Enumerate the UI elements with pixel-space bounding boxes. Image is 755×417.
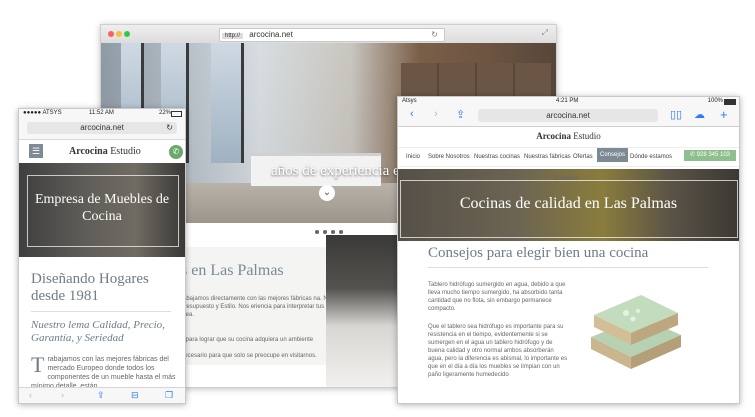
tablet-url-text: arcocina.net	[546, 111, 590, 120]
url-text: arcocina.net	[249, 30, 293, 39]
zoom-dot-icon[interactable]	[124, 31, 130, 37]
brand-light: Estudio	[110, 146, 141, 157]
forward-icon[interactable]: ›	[434, 108, 438, 120]
carrier-text: ●●●●● ATSYS	[23, 110, 62, 116]
tabs-icon[interactable]: ❐	[165, 390, 173, 401]
menu-item-nuestras-cocinas[interactable]: Nuestras cocinas	[474, 154, 520, 160]
phone-url-text: arcocina.net	[80, 123, 124, 132]
phone-number: 928 345 103	[696, 152, 731, 158]
waterproof-board-image	[591, 295, 681, 369]
tablet-paragraph-1: Tablero hidrófugo sumergido en agua, deb…	[428, 282, 566, 312]
menu-item-donde-estamos[interactable]: Dónde estamos	[630, 154, 672, 160]
tablet-address-field[interactable]: arcocina.net	[478, 109, 658, 122]
close-dot-icon[interactable]	[108, 31, 114, 37]
battery-text: 22%	[158, 110, 171, 116]
time-text: 11:52 AM	[89, 110, 114, 116]
phone-status-bar: ●●●●● ATSYS 11:52 AM 22%	[19, 109, 185, 119]
window-pane	[211, 43, 244, 163]
desktop-address-bar[interactable]: http:// arcocina.net ↻	[219, 28, 445, 42]
phone-paragraph: Trabajamos con las mejores fábricas del …	[31, 352, 179, 391]
bookmarks-icon[interactable]: ▯▯	[670, 108, 682, 121]
phone-paragraph-text: rabajamos con las mejores fábricas del m…	[31, 356, 176, 390]
battery-icon	[724, 99, 736, 105]
tablet-paragraph-2: Que el tablero sea hidrófugo es importan…	[428, 324, 568, 378]
phone-brand[interactable]: Arcocina Estudio	[69, 146, 141, 157]
phone-icon: ✆	[689, 152, 695, 158]
pager-dot[interactable]	[323, 230, 327, 234]
hamburger-menu-icon[interactable]: ☰	[29, 144, 43, 158]
time-text: 4:21 PM	[556, 98, 579, 104]
brand-light: Estudio	[573, 131, 601, 141]
phone-device: ●●●●● ATSYS 11:52 AM 22% arcocina.net ↻ …	[18, 108, 186, 404]
menu-item-consejos[interactable]: Consejos	[597, 148, 629, 162]
back-icon[interactable]: ‹	[29, 390, 32, 400]
brand-bold: Arcocina	[536, 131, 572, 141]
desktop-section-title: s en Las Palmas	[181, 262, 284, 279]
reload-icon[interactable]: ↻	[166, 122, 173, 134]
tablet-heading: Consejos para elegir bien una cocina	[428, 245, 649, 261]
menu-item-inicio[interactable]: Inicio	[406, 154, 420, 160]
pager-dot[interactable]	[339, 230, 343, 234]
brand-bold: Arcocina	[69, 146, 108, 157]
pager-dot[interactable]	[315, 230, 319, 234]
tablet-hero-title: Cocinas de calidad en Las Palmas	[459, 195, 678, 212]
menu-item-sobre-nosotros[interactable]: Sobre Nosotros	[428, 154, 470, 160]
phone-hero-title: Empresa de Muebles de Cocina	[34, 192, 170, 224]
phone-call-icon[interactable]: ✆	[169, 145, 183, 159]
back-icon[interactable]: ‹	[410, 108, 414, 120]
scroll-down-chevron-icon[interactable]: ⌄	[319, 185, 335, 201]
drop-cap: T	[31, 352, 45, 377]
cloud-icon[interactable]: ☁	[694, 108, 705, 121]
battery-icon	[171, 111, 182, 117]
phone-address-field[interactable]: arcocina.net ↻	[27, 122, 177, 134]
carrier-text: Atsys	[402, 98, 417, 104]
fullscreen-icon[interactable]: ⤢	[542, 28, 548, 38]
desktop-kitchen-photo	[326, 235, 406, 387]
tablet-device: Atsys 4:21 PM 100% ‹ › ⇪ ▯▯ ☁ + arcocina…	[397, 96, 740, 404]
divider	[31, 311, 171, 312]
url-prefix: http://	[222, 33, 244, 39]
battery-text: 100%	[707, 98, 723, 104]
phone-heading: Diseñando Hogares desde 1981	[31, 271, 149, 304]
reload-icon[interactable]: ↻	[431, 29, 438, 41]
share-icon[interactable]: ⇪	[456, 108, 465, 121]
pager-dot[interactable]	[331, 230, 335, 234]
tablet-brand[interactable]: Arcocina Estudio	[398, 131, 739, 141]
tablet-status-bar: Atsys 4:21 PM 100%	[398, 97, 739, 106]
tablet-phone-button[interactable]: ✆ 928 345 103	[684, 150, 736, 161]
bookmarks-icon[interactable]: ⊟	[131, 390, 139, 401]
menu-item-ofertas[interactable]: Ofertas	[573, 154, 593, 160]
forward-icon[interactable]: ›	[61, 390, 64, 400]
divider	[428, 267, 708, 268]
share-icon[interactable]: ⇪	[97, 390, 105, 401]
menu-item-nuestras-fabricas[interactable]: Nuestras fábricas	[524, 154, 571, 160]
minimize-dot-icon[interactable]	[116, 31, 122, 37]
desktop-title-bar: http:// arcocina.net ↻ ⤢	[101, 25, 556, 44]
phone-toolbar: ‹ › ⇪ ⊟ ❐	[19, 387, 185, 403]
phone-subheading: Nuestro lema Calidad, Precio, Garantía, …	[31, 319, 165, 344]
new-tab-icon[interactable]: +	[720, 107, 728, 122]
